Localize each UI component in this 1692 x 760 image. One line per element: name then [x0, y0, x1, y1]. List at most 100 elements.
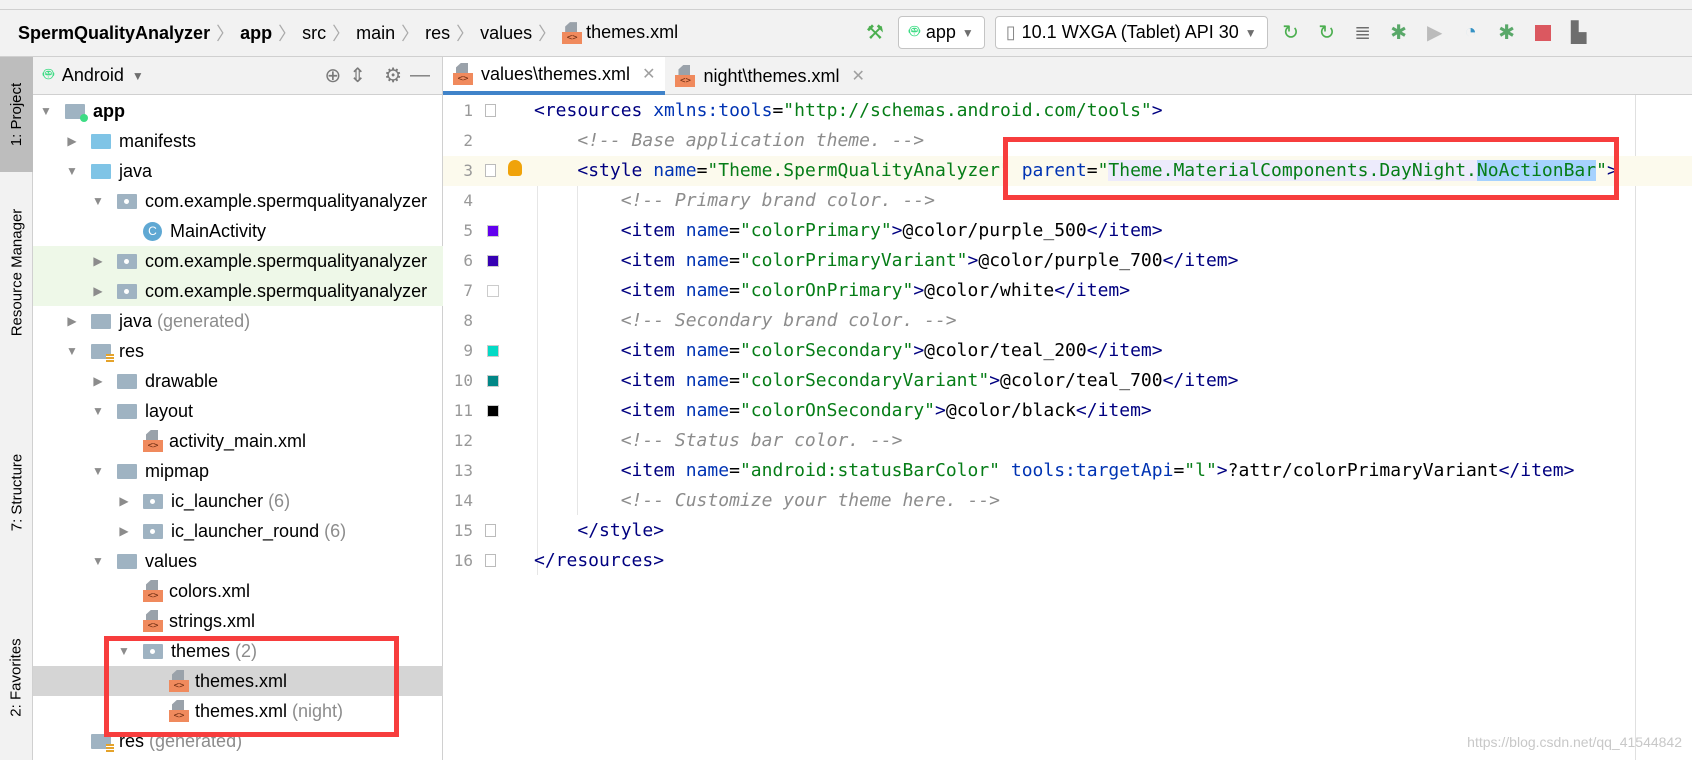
expanded-arrow-icon[interactable]: ▼	[39, 104, 53, 118]
color-swatch[interactable]	[487, 405, 499, 417]
tab-favorites[interactable]: 2: Favorites	[0, 612, 33, 742]
fold-marker-icon[interactable]	[485, 104, 496, 117]
breadcrumb-item[interactable]: values	[474, 23, 538, 44]
code-token: @color/teal_200	[924, 340, 1087, 361]
code-line[interactable]: 11 <item name="colorOnSecondary">@color/…	[443, 396, 1692, 426]
tree-item[interactable]: ▼ app	[33, 96, 443, 126]
code-line[interactable]: 16 </resources>	[443, 546, 1692, 576]
color-swatch[interactable]	[487, 345, 499, 357]
tree-item[interactable]: ▶ java (generated)	[33, 306, 443, 336]
tree-item[interactable]: ▼ java	[33, 156, 443, 186]
color-swatch[interactable]	[487, 375, 499, 387]
code-line[interactable]: 14 <!-- Customize your theme here. -->	[443, 486, 1692, 516]
breadcrumb-item[interactable]: src	[296, 23, 332, 44]
tree-item[interactable]: ▶ ic_launcher (6)	[33, 486, 443, 516]
attach-debugger-icon[interactable]: ✱	[1494, 20, 1520, 46]
tree-item[interactable]: ▶ manifests	[33, 126, 443, 156]
collapsed-arrow-icon[interactable]: ▶	[91, 254, 105, 268]
locate-icon[interactable]: ⊕	[325, 63, 342, 88]
code-line[interactable]: 7 <item name="colorOnPrimary">@color/whi…	[443, 276, 1692, 306]
coverage-icon[interactable]: ▶	[1422, 20, 1448, 46]
collapsed-arrow-icon[interactable]: ▶	[65, 314, 79, 328]
fold-marker-icon[interactable]	[485, 164, 496, 177]
fold-marker-icon[interactable]	[485, 524, 496, 537]
code-line[interactable]: 13 <item name="android:statusBarColor" t…	[443, 456, 1692, 486]
breadcrumb-item[interactable]: SpermQualityAnalyzer	[12, 23, 216, 44]
tab-resource-manager[interactable]: Resource Manager	[0, 187, 33, 357]
expanded-arrow-icon[interactable]: ▼	[65, 164, 79, 178]
code-line[interactable]: 15 </style>	[443, 516, 1692, 546]
code-line[interactable]: 6 <item name="colorPrimaryVariant">@colo…	[443, 246, 1692, 276]
android-icon: 🤖︎	[43, 64, 54, 84]
code-line[interactable]: 12 <!-- Status bar color. -->	[443, 426, 1692, 456]
gear-icon[interactable]: ⚙	[384, 63, 402, 88]
hide-icon[interactable]: —	[410, 64, 430, 87]
project-structure-icon[interactable]: ▙	[1566, 20, 1592, 46]
collapsed-arrow-icon[interactable]: ▶	[117, 494, 131, 508]
tab-structure[interactable]: 7: Structure	[0, 427, 33, 557]
stop-icon[interactable]	[1530, 20, 1556, 46]
tree-item[interactable]: ▼ mipmap	[33, 456, 443, 486]
logcat-icon[interactable]: ≣	[1350, 20, 1376, 46]
collapsed-arrow-icon[interactable]: ▶	[65, 134, 79, 148]
expanded-arrow-icon[interactable]: ▼	[91, 464, 105, 478]
apply-changes-icon[interactable]: ↻	[1278, 20, 1304, 46]
tree-item-label: MainActivity	[170, 220, 267, 241]
tree-item[interactable]: C MainActivity	[33, 216, 443, 246]
tree-item[interactable]: ▶ com.example.spermqualityanalyzer	[33, 276, 443, 306]
breadcrumb-item[interactable]: app	[234, 23, 278, 44]
view-select[interactable]: Android	[62, 65, 124, 86]
fold-marker-icon[interactable]	[485, 554, 496, 567]
code-text: <item name="colorPrimary">@color/purple_…	[534, 216, 1163, 246]
color-swatch[interactable]	[487, 225, 499, 237]
code-line[interactable]: 9 <item name="colorSecondary">@color/tea…	[443, 336, 1692, 366]
tree-item[interactable]: ▼ values	[33, 546, 443, 576]
collapsed-arrow-icon[interactable]: ▶	[117, 524, 131, 538]
tree-item[interactable]: ▶ ic_launcher_round (6)	[33, 516, 443, 546]
breadcrumb-item[interactable]: main	[350, 23, 401, 44]
code-line[interactable]: 1 <resources xmlns:tools="http://schemas.…	[443, 96, 1692, 126]
tree-item[interactable]: ▼ layout	[33, 396, 443, 426]
code-token: >	[935, 400, 946, 421]
tree-item[interactable]: ▼ com.example.spermqualityanalyzer	[33, 186, 443, 216]
tree-item[interactable]: colors.xml	[33, 576, 443, 606]
collapsed-arrow-icon[interactable]: ▶	[91, 284, 105, 298]
tree-item[interactable]: activity_main.xml	[33, 426, 443, 456]
hammer-icon[interactable]: ⚒	[862, 20, 888, 46]
expanded-arrow-icon[interactable]: ▼	[91, 554, 105, 568]
breadcrumb-separator: 〉	[456, 24, 475, 44]
close-icon[interactable]: ✕	[852, 66, 865, 86]
breadcrumb-item[interactable]: themes.xml	[556, 22, 684, 45]
editor-tab[interactable]: values\themes.xml ✕	[443, 57, 666, 95]
expanded-arrow-icon[interactable]: ▼	[91, 194, 105, 208]
expanded-arrow-icon[interactable]: ▼	[65, 344, 79, 358]
expanded-arrow-icon[interactable]: ▼	[91, 404, 105, 418]
code-line[interactable]: 8 <!-- Secondary brand color. -->	[443, 306, 1692, 336]
code-text: <item name="android:statusBarColor" tool…	[534, 456, 1575, 486]
code-token: @color/purple_700	[978, 250, 1163, 271]
collapse-all-icon[interactable]: ⇕	[349, 63, 366, 88]
tree-item[interactable]: ▶ com.example.spermqualityanalyzer	[33, 246, 443, 276]
tree-item[interactable]: ▼ res	[33, 336, 443, 366]
breadcrumb-item[interactable]: res	[419, 23, 456, 44]
run-config-select[interactable]: 🤖︎ app ▼	[898, 16, 985, 49]
profile-icon[interactable]: ◔	[1458, 20, 1484, 46]
tree-item[interactable]: strings.xml	[33, 606, 443, 636]
module-icon	[65, 103, 88, 122]
lightbulb-icon[interactable]	[508, 160, 522, 176]
close-icon[interactable]: ✕	[642, 64, 655, 84]
color-swatch[interactable]	[487, 255, 499, 267]
color-swatch[interactable]	[487, 285, 499, 297]
code-line[interactable]: 5 <item name="colorPrimary">@color/purpl…	[443, 216, 1692, 246]
collapsed-arrow-icon[interactable]: ▶	[91, 374, 105, 388]
apply-code-changes-icon[interactable]: ↻	[1314, 20, 1340, 46]
code-line[interactable]: 10 <item name="colorSecondaryVariant">@c…	[443, 366, 1692, 396]
editor-tab[interactable]: night\themes.xml ✕	[665, 57, 874, 95]
chevron-down-icon[interactable]: ▼	[132, 69, 144, 83]
debug-icon[interactable]: ✱	[1386, 20, 1412, 46]
device-select[interactable]: ▯ 10.1 WXGA (Tablet) API 30 ▼	[994, 16, 1268, 49]
tree-item[interactable]: ▶ drawable	[33, 366, 443, 396]
tab-project[interactable]: 1: Project	[0, 57, 33, 172]
